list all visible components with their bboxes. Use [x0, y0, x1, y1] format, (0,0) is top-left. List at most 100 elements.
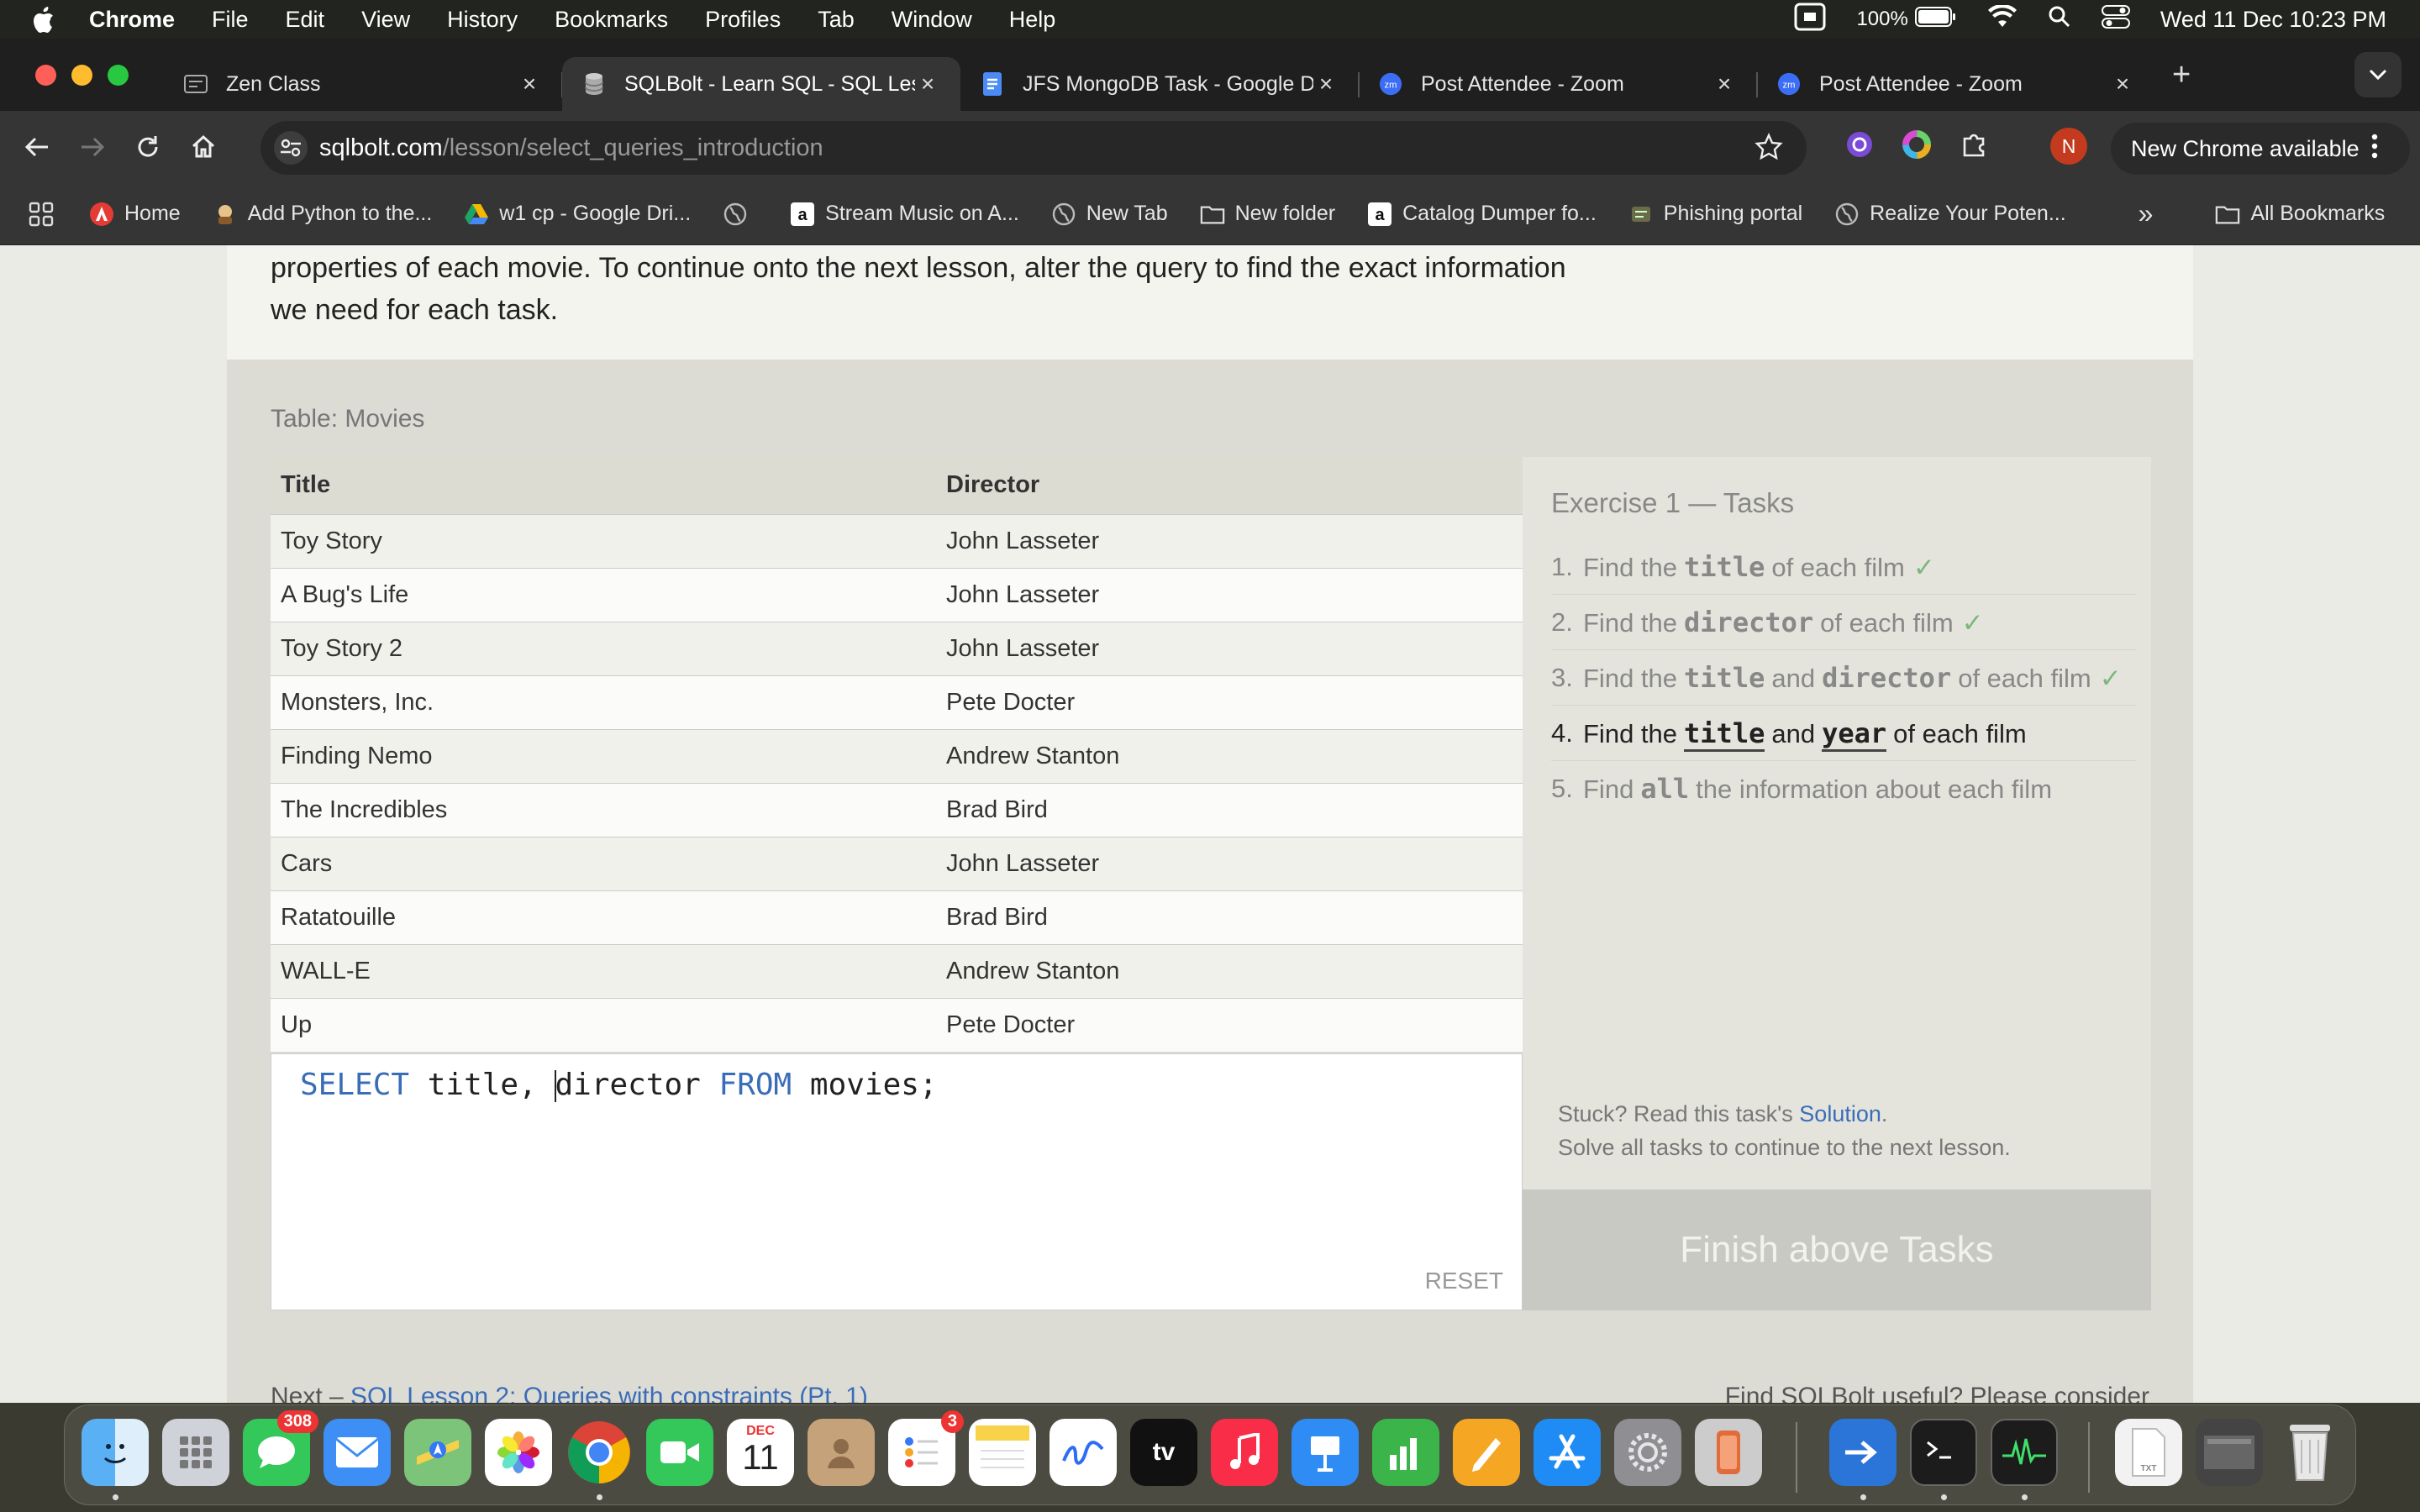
- photos-icon[interactable]: [485, 1419, 552, 1486]
- menu-view[interactable]: View: [361, 7, 410, 33]
- reload-icon[interactable]: [129, 129, 166, 165]
- menu-profiles[interactable]: Profiles: [705, 7, 781, 33]
- bookmark-icon: [213, 202, 238, 227]
- close-tab-icon[interactable]: ×: [2110, 71, 2135, 97]
- menu-clock[interactable]: Wed 11 Dec 10:23 PM: [2160, 7, 2386, 33]
- tab-zen-class[interactable]: Zen Class ×: [164, 57, 563, 111]
- tab-zoom-2[interactable]: zm Post Attendee - Zoom ×: [1757, 57, 2155, 111]
- bookmark-label: Realize Your Poten...: [1870, 202, 2066, 225]
- bookmark-w1-cp[interactable]: w1 cp - Google Dri...: [464, 202, 691, 227]
- bookmark-catalog-dumper[interactable]: a Catalog Dumper fo...: [1367, 202, 1597, 227]
- bookmark-label: w1 cp - Google Dri...: [499, 202, 692, 225]
- facetime-icon[interactable]: [646, 1419, 713, 1486]
- tab-zoom-1[interactable]: zm Post Attendee - Zoom ×: [1359, 57, 1758, 111]
- finish-tasks-button[interactable]: Finish above Tasks: [1523, 1189, 2151, 1310]
- close-tab-icon[interactable]: ×: [517, 71, 542, 97]
- bookmark-realize[interactable]: Realize Your Poten...: [1834, 202, 2066, 227]
- bookmarks-overflow-icon[interactable]: »: [2139, 198, 2154, 229]
- apps-grid-icon[interactable]: [29, 202, 54, 227]
- menu-file[interactable]: File: [212, 7, 249, 33]
- more-menu-icon[interactable]: [2371, 134, 2378, 165]
- tab-search-button[interactable]: [2354, 52, 2402, 97]
- bookmark-star-icon[interactable]: [1754, 133, 1783, 168]
- bookmark-phishing-portal[interactable]: Phishing portal: [1628, 202, 1802, 227]
- bookmark-stream-music[interactable]: a Stream Music on A...: [790, 202, 1019, 227]
- next-lesson-link[interactable]: SQL Lesson 2: Queries with constraints (…: [350, 1383, 868, 1403]
- menu-window[interactable]: Window: [892, 7, 972, 33]
- home-icon[interactable]: [185, 129, 222, 165]
- profile-avatar[interactable]: N: [2050, 128, 2087, 165]
- new-chrome-available-button[interactable]: New Chrome available: [2111, 123, 2410, 175]
- numbers-icon[interactable]: [1372, 1419, 1439, 1486]
- close-tab-icon[interactable]: ×: [915, 71, 940, 97]
- freeform-icon[interactable]: [1050, 1419, 1117, 1486]
- bookmark-globe[interactable]: [723, 202, 758, 227]
- extension-color-icon[interactable]: [1902, 129, 1931, 163]
- activity-monitor-icon[interactable]: [1991, 1419, 2058, 1486]
- control-center-icon[interactable]: [2101, 4, 2130, 35]
- iphone-mirroring-icon[interactable]: [1695, 1419, 1762, 1486]
- extension-purple-icon[interactable]: [1845, 130, 1874, 163]
- mail-icon[interactable]: [324, 1419, 391, 1486]
- all-bookmarks[interactable]: All Bookmarks: [2215, 202, 2385, 227]
- spotlight-search-icon[interactable]: [2048, 5, 2071, 34]
- screen-sharing-icon[interactable]: [1829, 1419, 1897, 1486]
- menu-app-name[interactable]: Chrome: [89, 7, 175, 33]
- close-window-button[interactable]: [35, 64, 56, 86]
- tab-sqlbolt[interactable]: SQLBolt - Learn SQL - SQL Lesson ×: [562, 57, 960, 111]
- menu-edit[interactable]: Edit: [286, 7, 325, 33]
- battery-icon[interactable]: [1914, 6, 1957, 33]
- menu-help[interactable]: Help: [1009, 7, 1056, 33]
- messages-icon[interactable]: 308: [243, 1410, 318, 1486]
- menu-bookmarks[interactable]: Bookmarks: [555, 7, 668, 33]
- bookmark-new-tab[interactable]: New Tab: [1051, 202, 1168, 227]
- menu-tab[interactable]: Tab: [818, 7, 855, 33]
- extensions-puzzle-icon[interactable]: [1960, 130, 1988, 163]
- address-bar[interactable]: sqlbolt.com/lesson/select_queries_introd…: [260, 121, 1807, 175]
- notes-icon[interactable]: [969, 1419, 1036, 1486]
- site-info-icon[interactable]: [274, 131, 308, 165]
- lesson-intro: properties of each movie. To continue on…: [227, 245, 2193, 360]
- tab-google-docs[interactable]: JFS MongoDB Task - Google Docs ×: [960, 57, 1360, 111]
- back-icon[interactable]: [18, 129, 55, 165]
- next-lesson: Next – SQL Lesson 2: Queries with constr…: [271, 1383, 868, 1403]
- reminders-icon[interactable]: 3: [888, 1410, 964, 1486]
- bookmark-add-python[interactable]: Add Python to the...: [213, 202, 432, 227]
- task-item-5: 5. Find all the information about each film: [1551, 773, 2053, 805]
- sql-query-editor[interactable]: SELECT title, director FROM movies; RESE…: [271, 1053, 1523, 1310]
- pages-icon[interactable]: [1453, 1419, 1520, 1486]
- sql-query-text[interactable]: SELECT title, director FROM movies;: [300, 1068, 938, 1102]
- launchpad-icon[interactable]: [162, 1419, 229, 1486]
- wifi-icon[interactable]: [1987, 3, 2018, 34]
- close-tab-icon[interactable]: ×: [1313, 71, 1339, 97]
- bookmark-new-folder[interactable]: New folder: [1200, 202, 1336, 227]
- trash-icon[interactable]: [2276, 1419, 2344, 1486]
- apple-icon[interactable]: [32, 6, 57, 33]
- finder-icon[interactable]: [82, 1419, 149, 1486]
- reset-button[interactable]: RESET: [1425, 1268, 1503, 1294]
- close-tab-icon[interactable]: ×: [1712, 71, 1737, 97]
- bookmark-label: New folder: [1234, 202, 1336, 225]
- screenshot-thumbnail-icon[interactable]: [2196, 1419, 2263, 1486]
- apple-tv-icon[interactable]: tv: [1130, 1419, 1197, 1486]
- terminal-icon[interactable]: [1910, 1419, 1977, 1486]
- solution-link[interactable]: Solution: [1799, 1101, 1881, 1126]
- text-document-icon[interactable]: TXT: [2115, 1419, 2182, 1486]
- app-store-icon[interactable]: [1534, 1419, 1601, 1486]
- minimize-window-button[interactable]: [71, 64, 92, 86]
- menu-history[interactable]: History: [447, 7, 518, 33]
- keynote-icon[interactable]: [1292, 1419, 1359, 1486]
- maps-icon[interactable]: [404, 1419, 471, 1486]
- screen-share-icon[interactable]: [1794, 3, 1826, 37]
- forward-icon[interactable]: [74, 129, 111, 165]
- bookmark-home[interactable]: Home: [89, 202, 181, 227]
- system-settings-icon[interactable]: [1614, 1419, 1681, 1486]
- chrome-icon[interactable]: [566, 1419, 633, 1486]
- contacts-icon[interactable]: [808, 1419, 875, 1486]
- tab-title: JFS MongoDB Task - Google Docs: [1023, 71, 1313, 96]
- calendar-icon[interactable]: DEC 11: [727, 1419, 794, 1486]
- bookmark-label: Phishing portal: [1663, 202, 1803, 225]
- zoom-window-button[interactable]: [108, 64, 129, 86]
- music-icon[interactable]: [1211, 1419, 1278, 1486]
- new-tab-button[interactable]: +: [2172, 57, 2191, 93]
